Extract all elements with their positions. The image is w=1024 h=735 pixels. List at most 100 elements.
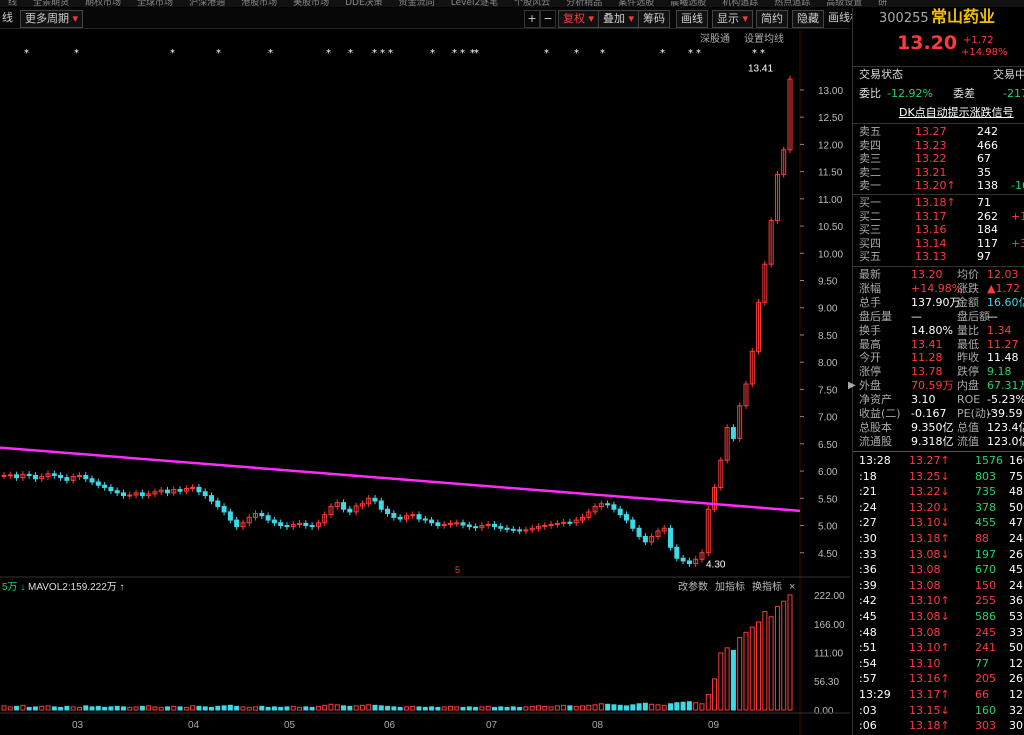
bid-row[interactable]: 买三 13.16 184 (853, 223, 1024, 237)
top-menu-item[interactable]: 期权市场 (85, 0, 121, 7)
candle-body (177, 489, 183, 492)
hide-button[interactable]: 隐藏 (792, 10, 824, 28)
top-menu-item[interactable]: 案件选股 (618, 0, 654, 7)
top-menu-item[interactable]: 线 (8, 0, 17, 7)
stat-value: — (911, 309, 922, 323)
candle-body (416, 514, 422, 520)
tick-time: 13:29 (859, 688, 891, 701)
top-menu-item[interactable]: 热点追踪 (774, 0, 810, 7)
volume-bar (76, 706, 82, 711)
top-menu-item[interactable]: Level2逐笔 (451, 0, 498, 7)
volume-bar (397, 706, 403, 711)
volume-bar (567, 705, 573, 711)
top-menu-item[interactable]: 资金流向 (399, 0, 435, 7)
bid-row[interactable]: 买五 13.13 97 (853, 250, 1024, 264)
tick-price: 13.10↑ (909, 594, 950, 608)
simple-button[interactable]: 简约 (756, 10, 788, 28)
ask-row[interactable]: 卖四 13.23 466 (853, 139, 1024, 153)
ask-row[interactable]: 卖一 13.20↑ 138 -16 (853, 179, 1024, 193)
candle-body (611, 504, 617, 510)
top-menu-item[interactable]: 沪深港通 (189, 0, 225, 7)
volume-bar (535, 705, 541, 711)
top-menu-item[interactable]: 港股市场 (241, 0, 277, 7)
bid-row[interactable]: 买二 13.17 262 +139 (853, 210, 1024, 224)
period-dropdown[interactable]: 更多周期 ▾ (20, 10, 84, 28)
switch-indicator-button[interactable]: 换指标 (752, 580, 782, 593)
trendline (0, 446, 801, 513)
tick-row: :39 13.08 150 24 (853, 579, 1024, 593)
top-menu-item[interactable]: 个股风云 (514, 0, 550, 7)
collapse-arrow-icon[interactable]: ▶ (848, 380, 856, 394)
top-menu-item[interactable]: 分析精品 (566, 0, 602, 7)
edit-params-button[interactable]: 改参数 (678, 580, 708, 593)
candle-body (668, 527, 674, 548)
bid-row[interactable]: 买一 13.18↑ 71 (853, 196, 1024, 210)
display-dropdown[interactable]: 显示 ▾ (712, 10, 754, 28)
tick-count: 24 (1009, 532, 1023, 545)
volume-bar (152, 706, 158, 711)
top-menu-item[interactable]: 高级设置 (826, 0, 862, 7)
dk-signal[interactable]: DK点自动提示涨跌信号 (853, 106, 1024, 120)
volume-bar (171, 705, 177, 711)
tick-price: 13.08 (909, 625, 941, 639)
volume-bar (20, 704, 26, 711)
tick-row: :06 13.18↑ 303 30 (853, 719, 1024, 733)
level-label: 卖三 (859, 152, 881, 165)
stat-value: 12.03 (987, 268, 1019, 281)
star-marker: * (696, 48, 701, 59)
volume-bar (271, 706, 277, 711)
star-marker: * (474, 48, 479, 59)
mavol-label: MAVOL2:159.222万 ↑ (28, 582, 125, 593)
stat-value: 137.90万 (911, 295, 961, 309)
top-menu-item[interactable]: 研 (878, 0, 887, 7)
top-menu-item[interactable]: 全球市场 (137, 0, 173, 7)
volume-bar (297, 706, 303, 711)
stat-row: 最新 13.20 均价 12.03 (853, 268, 1024, 282)
ask-row[interactable]: 卖五 13.27 242 (853, 125, 1024, 139)
tick-time: :18 (859, 469, 877, 483)
stat-value: ▲1.72 (987, 281, 1020, 295)
candle-body (102, 484, 108, 488)
kline-chart[interactable]: * * * * * * * * * * * * * * * * * * * * * * * 深股通 设置均线 13.00 12… (0, 30, 850, 735)
volume-bar (183, 706, 189, 711)
tick-volume: 255 (975, 594, 996, 608)
chip-button[interactable]: 筹码 (638, 10, 670, 28)
y-tick-label: 8.00 (818, 358, 838, 369)
candle-body (259, 513, 265, 517)
add-indicator-button[interactable]: 加指标 (715, 580, 745, 593)
volume-bar (636, 703, 642, 711)
ask-row[interactable]: 卖三 13.22 67 (853, 152, 1024, 166)
volume-bar (372, 704, 378, 711)
volume-bar (579, 705, 585, 711)
volume-bar (611, 704, 617, 711)
overlay-dropdown[interactable]: 叠加 ▾ (598, 10, 640, 28)
tick-row: 13:28 13.27↑ 1576 160 (853, 454, 1024, 468)
ask-row[interactable]: 卖二 13.21 35 (853, 166, 1024, 180)
x-tick-label: 05 (284, 720, 296, 731)
candle-body (32, 474, 38, 480)
candle-body (460, 522, 466, 526)
sgt-label[interactable]: 深股通 (700, 33, 730, 45)
tick-price: 13.20↓ (909, 500, 950, 514)
top-menu-item[interactable]: 机构追踪 (722, 0, 758, 7)
fuquan-dropdown[interactable]: 复权 ▾ (558, 10, 600, 28)
volume-bar (680, 701, 686, 711)
ma-setting-label[interactable]: 设置均线 (744, 32, 784, 45)
level-volume: 117 (977, 236, 998, 250)
weicha-label: 委差 (953, 87, 975, 100)
draw-line-button[interactable]: 画线 (676, 10, 708, 28)
line-tab[interactable]: 线 (2, 10, 13, 26)
volume-bar (774, 605, 780, 711)
top-menu-item[interactable]: 美股市场 (293, 0, 329, 7)
top-menu-item[interactable]: DDE决策 (345, 0, 383, 7)
volume-bar (102, 706, 108, 711)
close-icon[interactable]: × (789, 581, 795, 593)
top-menu-item[interactable]: 晨曦选股 (670, 0, 706, 7)
dk-signal-label[interactable]: DK点自动提示涨跌信号 (899, 106, 1014, 120)
candle-body (26, 473, 32, 476)
bid-row[interactable]: 买四 13.14 117 +3 (853, 237, 1024, 251)
zoom-out-button[interactable]: − (540, 10, 556, 28)
level-change: -16 (1011, 179, 1024, 192)
zoom-in-button[interactable]: + (524, 10, 540, 28)
top-menu-item[interactable]: 全景期货 (33, 0, 69, 7)
